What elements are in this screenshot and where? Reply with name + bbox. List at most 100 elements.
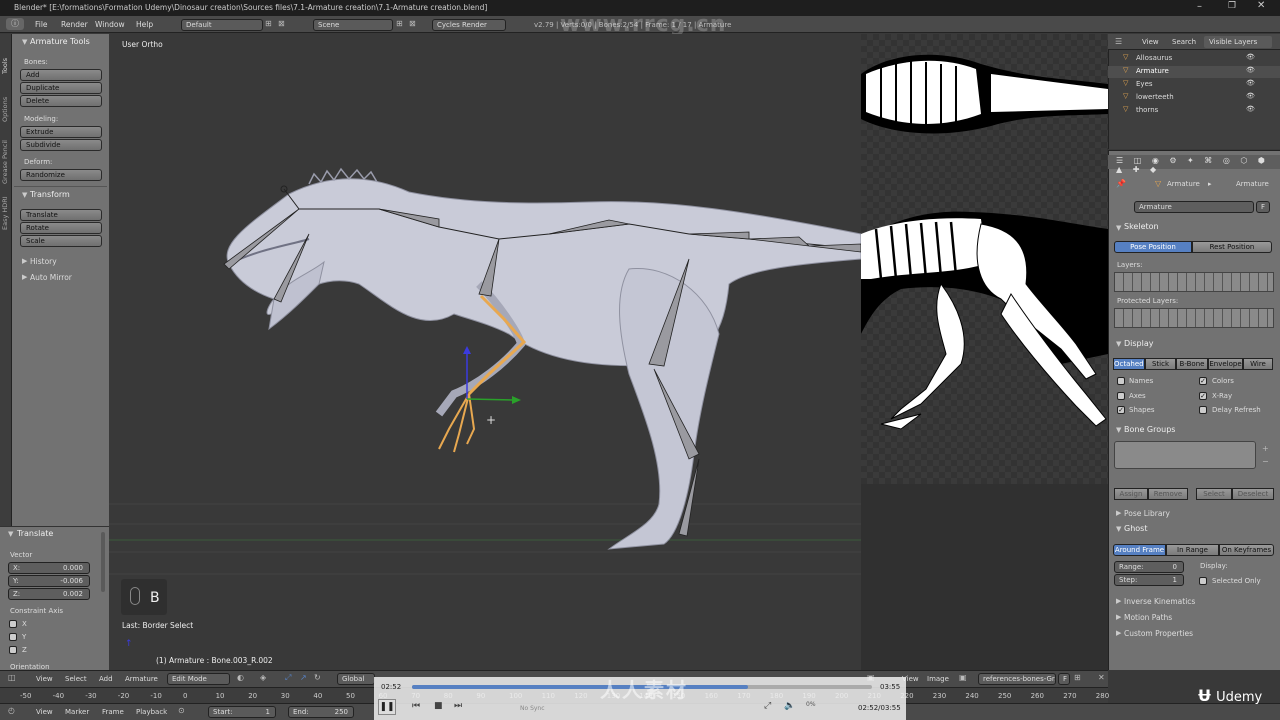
tab-options[interactable]: Options [1,97,9,122]
select-button[interactable]: Select [1196,488,1232,500]
outliner-tab-view[interactable]: View [1142,38,1159,46]
constraint-y-checkbox[interactable] [9,633,17,641]
assign-button[interactable]: Assign [1114,488,1148,500]
operator-title[interactable]: Translate [17,529,53,538]
image-editor[interactable] [861,34,1108,670]
pin-icon[interactable]: 📌 [1116,179,1126,188]
fullscreen-icon[interactable]: ⤢ [764,701,771,711]
menu-help[interactable]: Help [136,20,153,29]
tab-tools[interactable]: Tools [1,58,9,74]
blender-icon[interactable]: ⓘ [6,18,24,30]
rest-position-button[interactable]: Rest Position [1192,241,1272,253]
image-name-field[interactable]: references-bones-Gr... [978,673,1056,685]
delete-button[interactable]: Delete [20,95,102,107]
image-menu-image[interactable]: Image [927,675,949,683]
start-frame-field[interactable]: Start: 1 [208,706,276,718]
layers-grid[interactable] [1114,272,1274,292]
image-browse-icon[interactable]: ▣ [959,673,967,682]
eye-icon[interactable]: 👁 [1246,105,1255,113]
viewport-menu-view[interactable]: View [36,675,53,683]
outliner-tab-search[interactable]: Search [1172,38,1196,46]
manipulator-icon[interactable]: ⤢ [285,673,291,683]
image-unlink-icon[interactable]: ✕ [1098,673,1105,682]
eye-icon[interactable]: 👁 [1246,53,1255,61]
armature-data-name[interactable]: Armature [1134,201,1254,213]
remove-group-icon[interactable]: − [1262,457,1269,466]
add-button[interactable]: Add [20,69,102,81]
scene-selector[interactable]: Scene [313,19,393,31]
viewport-menu-armature[interactable]: Armature [125,675,158,683]
pose-position-button[interactable]: Pose Position [1114,241,1192,253]
ghost-range-field[interactable]: Range: 0 [1114,561,1184,573]
timeline-menu-view[interactable]: View [36,708,53,716]
prev-icon[interactable]: ⏮ [412,701,420,711]
pose-library-panel[interactable]: Pose Library [1124,509,1170,518]
rotate-button[interactable]: Rotate [20,222,102,234]
eye-icon[interactable]: 👁 [1246,66,1255,74]
transform-title[interactable]: Transform [30,190,70,199]
orientation-selector[interactable]: Global [337,673,375,685]
tab-easy-hdri[interactable]: Easy HDRI [1,196,9,230]
display-octahedral[interactable]: Octahedral [1113,358,1145,370]
bone-groups-title[interactable]: Bone Groups [1124,425,1175,434]
outliner-row-allosaurus[interactable]: ▽ Allosaurus 👁 [1108,53,1280,65]
shading-icon[interactable]: ◐ [237,673,244,682]
breadcrumb-object[interactable]: Armature [1167,180,1200,188]
translate-manip-icon[interactable]: ↗ [300,673,307,682]
outliner-row-lowerteeth[interactable]: ▽ lowerteeth 👁 [1108,92,1280,104]
ghost-step-field[interactable]: Step: 1 [1114,574,1184,586]
ghost-in-range[interactable]: In Range [1166,544,1219,556]
mode-selector[interactable]: Edit Mode [167,673,230,685]
operator-scrollbar[interactable] [101,532,105,592]
inverse-kinematics-panel[interactable]: Inverse Kinematics [1124,597,1195,606]
vector-y-field[interactable]: Y: -0.006 [8,575,90,587]
editor-type-icon[interactable]: ◫ [8,673,16,682]
eye-icon[interactable]: 👁 [1246,92,1255,100]
xray-checkbox[interactable]: ✓ [1199,392,1207,400]
protected-layers-grid[interactable] [1114,308,1274,328]
constraint-z-checkbox[interactable] [9,646,17,654]
outliner-row-thorns[interactable]: ▽ thorns 👁 [1108,105,1280,117]
shapes-checkbox[interactable]: ✓ [1117,406,1125,414]
delay-refresh-checkbox[interactable] [1199,406,1207,414]
restore-icon[interactable]: ❐ [1228,1,1236,11]
stop-icon[interactable]: ■ [434,701,443,711]
volume-icon[interactable]: 🔈 [784,701,795,711]
render-engine-select[interactable]: Cycles Render [432,19,506,31]
timeline-menu-playback[interactable]: Playback [136,708,167,716]
pause-icon[interactable]: ❚❚ [378,699,396,715]
display-stick[interactable]: Stick [1145,358,1176,370]
armature-tools-title[interactable]: Armature Tools [30,37,90,46]
ghost-on-keyframes[interactable]: On Keyframes [1219,544,1274,556]
vector-x-field[interactable]: X: 0.000 [8,562,90,574]
skeleton-panel-title[interactable]: Skeleton [1124,222,1159,231]
outliner-visible-layers[interactable]: Visible Layers [1204,36,1272,48]
dinosaur-model[interactable]: + [109,34,861,670]
display-envelope[interactable]: Envelope [1208,358,1243,370]
names-checkbox[interactable] [1117,377,1125,385]
fake-user-toggle[interactable]: F [1256,201,1270,213]
timeline-menu-marker[interactable]: Marker [65,708,89,716]
randomize-button[interactable]: Randomize [20,169,102,181]
outliner-row-eyes[interactable]: ▽ Eyes 👁 [1108,79,1280,91]
layout-selector[interactable]: Default [181,19,263,31]
deselect-button[interactable]: Deselect [1232,488,1274,500]
menu-window[interactable]: Window [95,20,125,29]
viewport-menu-select[interactable]: Select [65,675,87,683]
outliner-row-armature[interactable]: ▽ Armature 👁 [1108,66,1280,78]
remove-layout-icon[interactable]: ⊠ [278,19,285,28]
extrude-button[interactable]: Extrude [20,126,102,138]
rotate-manip-icon[interactable]: ↻ [314,673,321,682]
next-icon[interactable]: ⏭ [454,701,462,711]
breadcrumb-data[interactable]: Armature [1236,180,1269,188]
viewport-menu-add[interactable]: Add [99,675,113,683]
vector-z-field[interactable]: Z: 0.002 [8,588,90,600]
remove-scene-icon[interactable]: ⊠ [409,19,416,28]
selected-only-checkbox[interactable] [1199,577,1207,585]
context-tabs-icons[interactable]: ☰ ◫ ◉ ⚙ ✦ ⌘ ◎ ⬡ ⬢ ▲ ✚ ◆ [1116,156,1280,174]
translate-button[interactable]: Translate [20,209,102,221]
remove-button[interactable]: Remove [1148,488,1188,500]
add-scene-icon[interactable]: ⊞ [396,19,403,28]
tab-grease-pencil[interactable]: Grease Pencil [1,140,9,184]
menu-file[interactable]: File [35,20,48,29]
